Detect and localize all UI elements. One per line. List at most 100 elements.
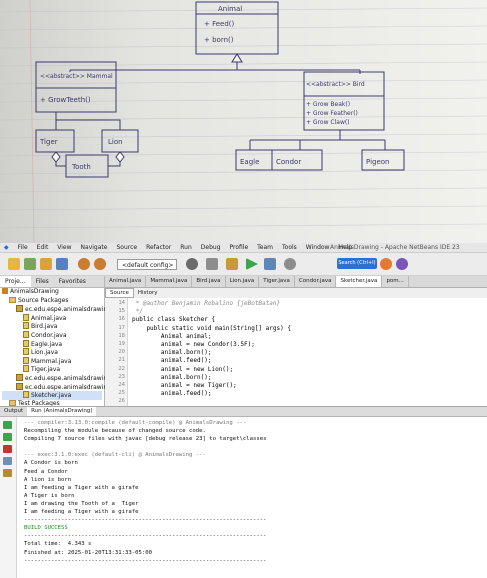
tree-item[interactable]: Tiger.java bbox=[2, 365, 102, 374]
menu-profile[interactable]: Profile bbox=[230, 243, 249, 252]
code-line: animal.feed(); bbox=[132, 357, 212, 365]
output-line: ----------------------------------------… bbox=[24, 517, 267, 524]
stop-icon[interactable] bbox=[3, 445, 12, 453]
output-line: I am feeding a Tiger with a girafe bbox=[24, 484, 139, 491]
package-icon bbox=[16, 373, 23, 381]
package-icon bbox=[16, 305, 23, 313]
output-line: Total time: 4.343 s bbox=[24, 541, 92, 548]
menu-refactor[interactable]: Refactor bbox=[146, 243, 171, 252]
menu-edit[interactable]: Edit bbox=[37, 243, 49, 252]
new-file-icon[interactable] bbox=[24, 258, 36, 270]
code-line: public class Sketcher { bbox=[132, 316, 216, 324]
editor-tab[interactable]: Bird.java bbox=[192, 276, 226, 287]
package-icon bbox=[16, 382, 23, 390]
tab-run-output[interactable]: Run (AnimalsDrawing) bbox=[27, 407, 97, 416]
build-icon[interactable] bbox=[226, 258, 238, 270]
tab-source[interactable]: Source bbox=[105, 288, 134, 298]
output-line: --- exec:3.1.0:exec (default-cli) @ Anim… bbox=[24, 452, 206, 459]
tab-output[interactable]: Output bbox=[0, 407, 27, 416]
menu-file[interactable]: File bbox=[18, 243, 28, 252]
redo-icon[interactable] bbox=[94, 258, 106, 270]
undo-icon[interactable] bbox=[78, 258, 90, 270]
output-line: I am drawing the Tooth of a Tiger bbox=[24, 500, 139, 507]
editor-tab[interactable]: Animal.java bbox=[105, 276, 147, 287]
tree-item[interactable]: Bird.java bbox=[2, 322, 102, 331]
code-line: animal.born(); bbox=[132, 349, 212, 357]
config-select[interactable]: <default config> bbox=[117, 259, 177, 270]
bird-box-title: <<abstract>> Bird bbox=[306, 81, 365, 88]
tree-item-label: Condor.java bbox=[31, 331, 67, 339]
tab-files[interactable]: Files bbox=[31, 276, 54, 287]
tree-item[interactable]: Source Packages bbox=[2, 296, 102, 306]
clean-build-icon[interactable] bbox=[206, 258, 218, 270]
tab-history[interactable]: History bbox=[134, 288, 162, 298]
java-file-icon bbox=[23, 348, 29, 356]
run-icon[interactable] bbox=[246, 258, 258, 270]
editor-tab[interactable]: Mammal.java bbox=[146, 276, 193, 287]
search-box[interactable]: Search (Ctrl+I) bbox=[337, 258, 377, 269]
editor-tab[interactable]: pom... bbox=[382, 276, 409, 287]
tree-item[interactable]: Animal.java bbox=[2, 313, 102, 323]
debug-icon[interactable] bbox=[264, 258, 276, 270]
menu-view[interactable]: View bbox=[57, 243, 71, 252]
line-number: 18 bbox=[118, 332, 125, 339]
projects-panel: Proje... Files Favorites AnimalsDrawing Sou… bbox=[0, 276, 117, 424]
menu-team[interactable]: Team bbox=[257, 243, 273, 252]
tab-favorites[interactable]: Favorites bbox=[54, 276, 91, 287]
tree-item[interactable]: AnimalsDrawing bbox=[2, 288, 102, 297]
editor-tab[interactable]: Sketcher.java bbox=[336, 276, 383, 287]
projects-tabs: Proje... Files Favorites bbox=[0, 276, 104, 288]
output-line: Compiling 7 source files with javac [deb… bbox=[24, 436, 267, 443]
open-project-icon[interactable] bbox=[40, 258, 52, 270]
profile-icon[interactable] bbox=[284, 258, 296, 270]
tree-item[interactable]: ec.edu.espe.animalsdrawing... bbox=[2, 373, 117, 383]
output-line: Recompiling the module because of change… bbox=[24, 428, 206, 435]
line-number: 23 bbox=[118, 373, 125, 380]
tree-item[interactable]: Condor.java bbox=[2, 330, 102, 340]
menu-navigate[interactable]: Navigate bbox=[81, 243, 108, 252]
java-file-icon bbox=[23, 365, 29, 373]
menu-run[interactable]: Run bbox=[180, 243, 192, 252]
tree-item[interactable]: Mammal.java bbox=[2, 356, 102, 366]
line-number: 25 bbox=[118, 390, 125, 397]
tree-item[interactable]: ec.edu.espe.animalsdrawing... bbox=[2, 382, 117, 392]
tree-item[interactable]: Lion.java bbox=[2, 348, 102, 357]
line-number: 16 bbox=[118, 316, 125, 323]
save-all-icon[interactable] bbox=[56, 258, 68, 270]
menu-source[interactable]: Source bbox=[116, 243, 137, 252]
output-line: --- compiler:3.13.0:compile (default-com… bbox=[24, 420, 247, 426]
memory-icon[interactable] bbox=[396, 258, 408, 270]
rerun-icon[interactable] bbox=[3, 421, 12, 429]
tree-item[interactable]: ec.edu.espe.animalsdrawing... bbox=[2, 305, 117, 314]
gc-icon[interactable] bbox=[380, 258, 392, 270]
menu-window[interactable]: Window bbox=[306, 243, 330, 252]
tree-item-label: Mammal.java bbox=[31, 357, 72, 365]
tree-item-label: Source Packages bbox=[18, 296, 69, 304]
line-number: 24 bbox=[118, 382, 125, 388]
tree-item[interactable]: Sketcher.java bbox=[2, 391, 102, 400]
java-file-icon bbox=[23, 356, 29, 364]
editor-tabs: Animal.java Mammal.java Bird.java Lion.java… bbox=[105, 276, 487, 288]
line-number: 21 bbox=[118, 357, 125, 364]
editor-tab[interactable]: Tiger.java bbox=[259, 276, 295, 287]
tree-item[interactable]: Eagle.java bbox=[2, 339, 102, 349]
rerun-goals-icon[interactable] bbox=[3, 433, 12, 441]
output-line: ----------------------------------------… bbox=[24, 533, 267, 540]
tab-projects[interactable]: Proje... bbox=[0, 276, 31, 287]
code-area[interactable]: * @author Benjamin Robalino {jeBotBatan}… bbox=[128, 298, 487, 406]
editor-tab[interactable]: Condor.java bbox=[295, 276, 337, 287]
output-console[interactable]: --- compiler:3.13.0:compile (default-com… bbox=[24, 419, 484, 565]
output-line: BUILD SUCCESS bbox=[24, 525, 68, 532]
output-options-icon[interactable] bbox=[3, 469, 12, 477]
eagle-box: Eagle bbox=[240, 158, 259, 166]
settings-icon[interactable] bbox=[3, 457, 12, 465]
java-file-icon bbox=[23, 339, 29, 347]
build-target-icon[interactable] bbox=[186, 258, 198, 270]
menu-debug[interactable]: Debug bbox=[201, 243, 221, 252]
folder-icon bbox=[9, 296, 16, 303]
new-project-icon[interactable] bbox=[8, 258, 20, 270]
line-number: 20 bbox=[118, 349, 125, 356]
editor-tab[interactable]: Lion.java bbox=[226, 276, 260, 287]
menu-tools[interactable]: Tools bbox=[282, 243, 297, 252]
